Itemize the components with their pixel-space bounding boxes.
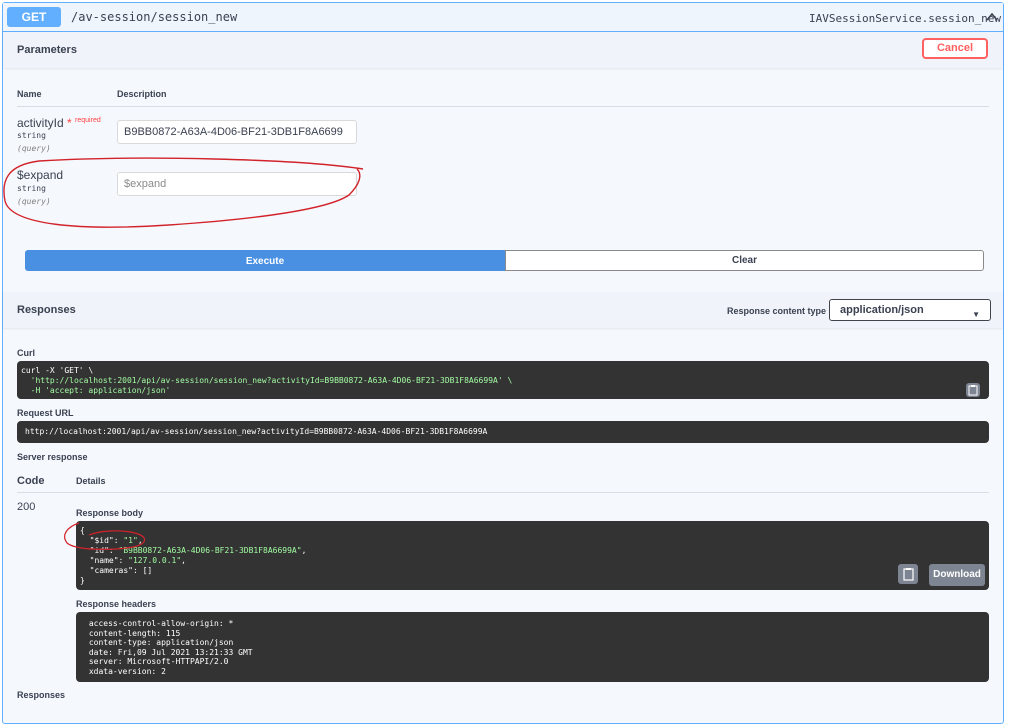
clipboard-icon[interactable] bbox=[966, 383, 980, 397]
chevron-down-icon: ▼ bbox=[972, 310, 980, 319]
request-url-block: http://localhost:2001/api/av-session/ses… bbox=[17, 421, 989, 443]
body-line: } bbox=[80, 576, 85, 585]
header-line: server: Microsoft-HTTPAPI/2.0 bbox=[84, 657, 229, 667]
param-name-label: activityId bbox=[17, 116, 64, 130]
clear-button[interactable]: Clear bbox=[505, 250, 984, 271]
curl-line: -H 'accept: application/json' bbox=[21, 386, 171, 395]
curl-line: 'http://localhost:2001/api/av-session/se… bbox=[21, 376, 513, 385]
operation-card: GET /av-session/session_new IAVSessionSe… bbox=[2, 2, 1004, 724]
responses-subheading: Responses bbox=[17, 690, 66, 700]
annotation-circle bbox=[64, 522, 146, 550]
header-line: content-type: application/json bbox=[84, 638, 234, 648]
clipboard-icon[interactable] bbox=[898, 564, 918, 584]
activityid-input[interactable]: B9BB0872-A63A-4D06-BF21-3DB1F8A6699 bbox=[117, 120, 357, 144]
param-type: string bbox=[17, 131, 46, 140]
body-line: "cameras": [] bbox=[80, 566, 153, 575]
curl-label: Curl bbox=[17, 348, 35, 358]
download-button[interactable]: Download bbox=[929, 564, 985, 586]
header-line: date: Fri,09 Jul 2021 13:21:33 GMT bbox=[84, 647, 253, 657]
details-column-header: Details bbox=[76, 476, 106, 486]
operation-summary[interactable]: GET /av-session/session_new IAVSessionSe… bbox=[3, 3, 1003, 32]
body-line: "$id": "1", bbox=[80, 536, 143, 545]
description-column-header: Description bbox=[117, 89, 167, 99]
method-badge: GET bbox=[7, 7, 61, 27]
parameters-header: Parameters Cancel bbox=[3, 32, 1003, 68]
endpoint-path: /av-session/session_new bbox=[71, 10, 238, 24]
required-star: * bbox=[67, 116, 72, 130]
header-divider bbox=[17, 106, 989, 107]
cancel-button[interactable]: Cancel bbox=[922, 38, 988, 59]
response-code: 200 bbox=[17, 501, 36, 513]
response-content-type-label: Response content type bbox=[727, 306, 827, 316]
json-string-value: "127.0.0.1" bbox=[128, 556, 182, 565]
body-line: "name": "127.0.0.1", bbox=[80, 556, 186, 565]
server-response-label: Server response bbox=[17, 452, 88, 462]
responses-title: Responses bbox=[17, 304, 76, 316]
response-body-block: { "$id": "1", "id": "B9BB0872-A63A-4D06-… bbox=[76, 521, 989, 590]
code-column-header: Code bbox=[17, 475, 45, 487]
response-divider bbox=[17, 492, 989, 493]
curl-code-block: curl -X 'GET' \ 'http://localhost:2001/a… bbox=[17, 361, 989, 399]
required-label: required bbox=[75, 117, 101, 124]
header-line: xdata-version: 2 bbox=[84, 666, 166, 676]
operation-id: IAVSessionService.session_new bbox=[809, 12, 1002, 25]
param-name-activityid: activityId * required bbox=[17, 116, 101, 130]
request-url-label: Request URL bbox=[17, 408, 74, 418]
body-line: { bbox=[80, 526, 85, 535]
header-line: content-length: 115 bbox=[84, 628, 181, 638]
name-column-header: Name bbox=[17, 89, 42, 99]
curl-line: curl -X 'GET' \ bbox=[21, 366, 94, 375]
activityid-value: B9BB0872-A63A-4D06-BF21-3DB1F8A6699 bbox=[124, 126, 343, 138]
response-headers-label: Response headers bbox=[76, 599, 157, 609]
content-type-value: application/json bbox=[840, 304, 924, 316]
response-content-type-select[interactable]: application/json ▼ bbox=[829, 299, 991, 321]
parameters-title: Parameters bbox=[17, 44, 77, 56]
chevron-up-icon[interactable] bbox=[985, 10, 999, 24]
response-headers-block: access-control-allow-origin: * content-l… bbox=[76, 612, 989, 682]
execute-button[interactable]: Execute bbox=[25, 250, 505, 271]
header-line: access-control-allow-origin: * bbox=[84, 619, 234, 628]
response-body-label: Response body bbox=[76, 508, 144, 518]
body-line: "id": "B9BB0872-A63A-4D06-BF21-3DB1F8A66… bbox=[80, 546, 307, 555]
annotation-circle bbox=[3, 157, 364, 228]
